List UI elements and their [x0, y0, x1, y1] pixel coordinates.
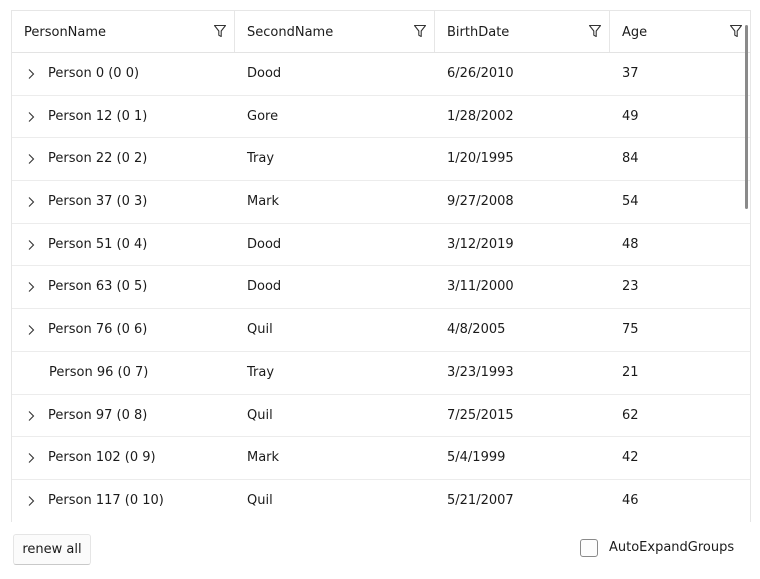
cell-personname: Person 37 (0 3) — [48, 194, 148, 210]
cell-secondname: Tray — [247, 364, 275, 380]
filter-icon[interactable] — [729, 24, 743, 38]
table-row[interactable]: Person 0 (0 0) Dood 6/26/2010 37 — [12, 53, 750, 96]
cell-age: 48 — [622, 236, 639, 252]
cell-birthdate: 1/20/1995 — [447, 151, 514, 167]
cell-secondname: Tray — [247, 151, 275, 167]
table-row[interactable]: Person 97 (0 8) Quil 7/25/2015 62 — [12, 395, 750, 438]
cell-age: 62 — [622, 407, 639, 423]
chevron-right-icon[interactable] — [26, 281, 36, 293]
cell-birthdate: 1/28/2002 — [447, 108, 514, 124]
cell-birthdate: 3/12/2019 — [447, 236, 514, 252]
cell-age: 75 — [622, 322, 639, 338]
table-row[interactable]: Person 117 (0 10) Quil 5/21/2007 46 — [12, 480, 750, 522]
cell-birthdate: 3/23/1993 — [447, 364, 514, 380]
cell-personname: Person 117 (0 10) — [48, 492, 164, 508]
cell-birthdate: 5/4/1999 — [447, 450, 506, 466]
checkbox-box[interactable] — [580, 539, 598, 557]
cell-secondname: Dood — [247, 279, 282, 295]
cell-personname: Person 97 (0 8) — [48, 407, 148, 423]
chevron-right-icon[interactable] — [26, 239, 36, 251]
column-header-personname[interactable]: PersonName — [12, 11, 235, 52]
cell-personname: Person 51 (0 4) — [48, 236, 148, 252]
column-header-secondname[interactable]: SecondName — [235, 11, 435, 52]
grid-header: PersonName SecondName BirthDate Age — [12, 11, 750, 53]
cell-personname: Person 0 (0 0) — [48, 66, 140, 81]
cell-secondname: Gore — [247, 108, 279, 124]
column-header-birthdate[interactable]: BirthDate — [435, 11, 610, 52]
column-title: Age — [622, 25, 648, 40]
table-row[interactable]: Person 96 (0 7) Tray 3/23/1993 21 — [12, 352, 750, 395]
renew-all-button[interactable]: renew all — [13, 534, 91, 565]
cell-secondname: Mark — [247, 194, 280, 210]
chevron-right-icon[interactable] — [26, 153, 36, 165]
cell-personname: Person 22 (0 2) — [48, 151, 148, 167]
chevron-right-icon[interactable] — [26, 452, 36, 464]
cell-secondname: Quil — [247, 492, 273, 508]
chevron-right-icon[interactable] — [26, 111, 36, 123]
cell-personname: Person 12 (0 1) — [48, 108, 148, 124]
chevron-right-icon[interactable] — [26, 495, 36, 507]
cell-secondname: Dood — [247, 66, 282, 81]
column-header-age[interactable]: Age — [610, 11, 750, 52]
chevron-right-icon[interactable] — [26, 68, 36, 80]
cell-birthdate: 7/25/2015 — [447, 407, 514, 423]
table-row[interactable]: Person 102 (0 9) Mark 5/4/1999 42 — [12, 437, 750, 480]
cell-secondname: Quil — [247, 322, 273, 338]
cell-birthdate: 6/26/2010 — [447, 66, 514, 81]
cell-age: 37 — [622, 66, 639, 81]
table-row[interactable]: Person 22 (0 2) Tray 1/20/1995 84 — [12, 138, 750, 182]
chevron-right-icon[interactable] — [26, 196, 36, 208]
cell-age: 21 — [622, 364, 639, 380]
table-row[interactable]: Person 51 (0 4) Dood 3/12/2019 48 — [12, 224, 750, 267]
cell-age: 23 — [622, 279, 639, 295]
chevron-right-icon[interactable] — [26, 324, 36, 336]
filter-icon[interactable] — [213, 24, 227, 38]
table-row[interactable]: Person 12 (0 1) Gore 1/28/2002 49 — [12, 96, 750, 139]
cell-personname: Person 102 (0 9) — [48, 450, 156, 466]
cell-age: 84 — [622, 151, 639, 167]
chevron-right-icon[interactable] — [26, 410, 36, 422]
table-row[interactable]: Person 63 (0 5) Dood 3/11/2000 23 — [12, 266, 750, 310]
column-title: SecondName — [247, 25, 334, 40]
table-row[interactable]: Person 76 (0 6) Quil 4/8/2005 75 — [12, 309, 750, 352]
cell-secondname: Quil — [247, 407, 273, 423]
cell-personname: Person 96 (0 7) — [49, 364, 149, 380]
cell-age: 42 — [622, 450, 639, 466]
table-row[interactable]: Person 37 (0 3) Mark 9/27/2008 54 — [12, 181, 750, 224]
grid-rows: Person 0 (0 0) Dood 6/26/2010 37 Person 12 (… — [12, 53, 750, 522]
filter-icon[interactable] — [413, 24, 427, 38]
cell-secondname: Mark — [247, 450, 280, 466]
cell-age: 46 — [622, 492, 639, 508]
cell-personname: Person 76 (0 6) — [48, 322, 148, 338]
cell-birthdate: 5/21/2007 — [447, 492, 514, 508]
vertical-scrollbar[interactable] — [745, 25, 748, 209]
cell-age: 49 — [622, 108, 639, 124]
cell-age: 54 — [622, 194, 639, 210]
filter-icon[interactable] — [588, 24, 602, 38]
cell-birthdate: 9/27/2008 — [447, 194, 514, 210]
data-grid: PersonName SecondName BirthDate Age Pers… — [11, 10, 751, 522]
auto-expand-groups-label: AutoExpandGroups — [609, 540, 735, 555]
column-title: BirthDate — [447, 25, 510, 40]
cell-personname: Person 63 (0 5) — [48, 279, 148, 295]
cell-birthdate: 4/8/2005 — [447, 322, 506, 338]
cell-birthdate: 3/11/2000 — [447, 279, 514, 295]
cell-secondname: Dood — [247, 236, 282, 252]
column-title: PersonName — [24, 25, 107, 40]
